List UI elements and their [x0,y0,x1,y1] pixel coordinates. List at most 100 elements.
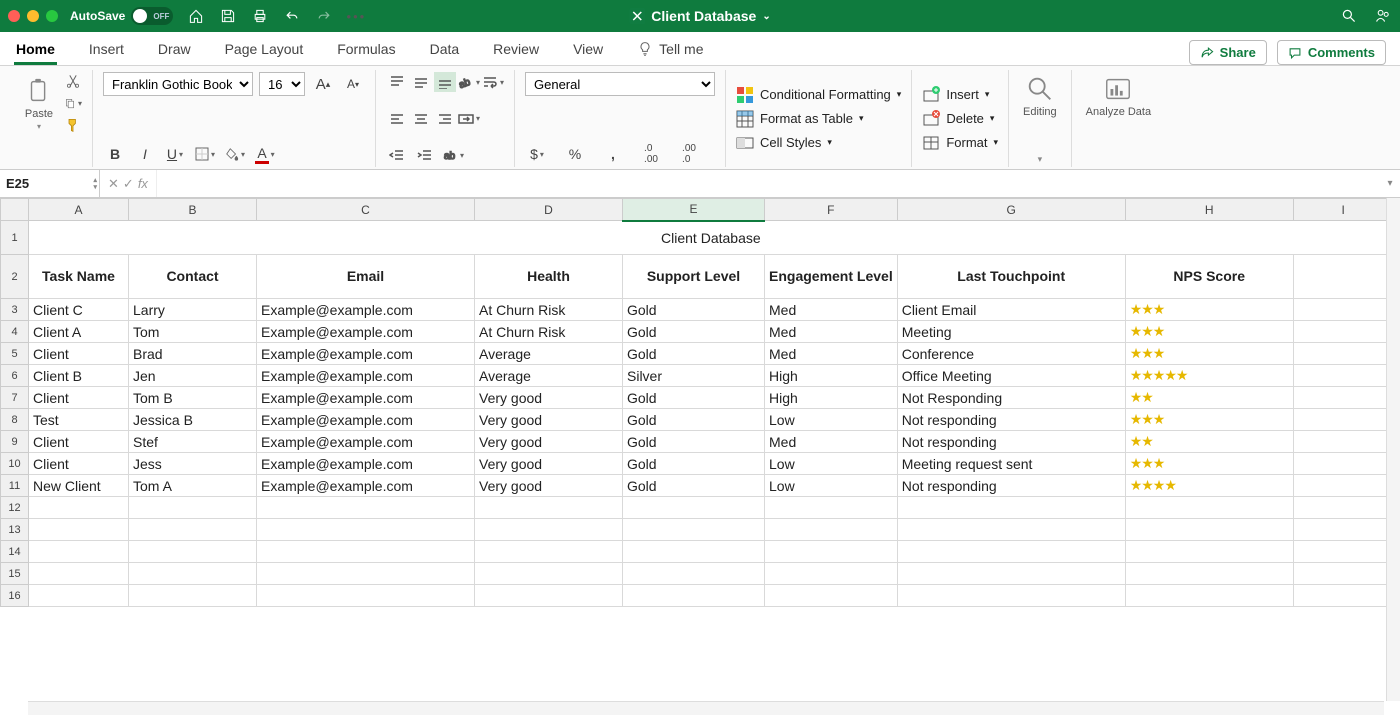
cell[interactable]: Tom A [129,475,257,497]
cell[interactable] [897,541,1125,563]
cell[interactable] [257,497,475,519]
cell[interactable]: Med [765,431,898,453]
cell[interactable]: Example@example.com [257,321,475,343]
table-header-cell[interactable]: Last Touchpoint [897,255,1125,299]
cell[interactable] [897,497,1125,519]
cell[interactable]: High [765,365,898,387]
cell[interactable]: Tom [129,321,257,343]
cell[interactable]: Brad [129,343,257,365]
align-middle-icon[interactable] [410,72,432,92]
cell[interactable] [129,585,257,607]
cell[interactable] [257,585,475,607]
editing-button[interactable]: Editing [1019,72,1061,120]
align-bottom-icon[interactable] [434,72,456,92]
cell[interactable]: Client [29,387,129,409]
cell[interactable]: Average [475,365,623,387]
comments-button[interactable]: Comments [1277,40,1386,65]
cell[interactable] [475,497,623,519]
cell[interactable] [129,563,257,585]
cell[interactable] [475,585,623,607]
font-color-button[interactable]: A [253,143,277,165]
cell[interactable]: Example@example.com [257,475,475,497]
close-window-icon[interactable] [8,10,20,22]
cell[interactable]: Office Meeting [897,365,1125,387]
save-icon[interactable] [219,7,237,25]
cell[interactable] [1293,497,1393,519]
cell[interactable]: Very good [475,387,623,409]
column-header-G[interactable]: G [897,199,1125,221]
cell[interactable]: Average [475,343,623,365]
cell[interactable] [129,497,257,519]
table-header-cell[interactable]: NPS Score [1125,255,1293,299]
cell[interactable]: Med [765,343,898,365]
increase-indent-icon[interactable] [414,145,436,165]
row-header-12[interactable]: 12 [1,497,29,519]
cell[interactable]: Conference [897,343,1125,365]
font-name-select[interactable]: Franklin Gothic Book [103,72,253,96]
cell[interactable]: Med [765,321,898,343]
column-header-B[interactable]: B [129,199,257,221]
insert-cells-button[interactable]: Insert ▾ [922,86,998,104]
column-header-F[interactable]: F [765,199,898,221]
print-icon[interactable] [251,7,269,25]
cell[interactable] [623,519,765,541]
cell[interactable]: Example@example.com [257,409,475,431]
more-icon[interactable]: ••• [347,7,365,25]
cell[interactable] [257,541,475,563]
cell[interactable]: Very good [475,431,623,453]
row-header-9[interactable]: 9 [1,431,29,453]
sheet-title-cell[interactable]: Client Database [29,221,1394,255]
search-icon[interactable] [1340,7,1358,25]
tell-me[interactable]: Tell me [635,35,705,65]
cell[interactable]: Gold [623,431,765,453]
cell[interactable]: Very good [475,475,623,497]
cell[interactable]: Client [29,453,129,475]
table-header-cell[interactable]: Task Name [29,255,129,299]
horizontal-scrollbar[interactable] [28,701,1384,715]
cell[interactable] [765,497,898,519]
cell[interactable]: Example@example.com [257,387,475,409]
column-header-D[interactable]: D [475,199,623,221]
cell[interactable]: At Churn Risk [475,321,623,343]
cell[interactable] [29,585,129,607]
home-icon[interactable] [187,7,205,25]
paste-button[interactable]: Paste ▾ [20,74,58,133]
cell[interactable] [765,563,898,585]
merge-cells-icon[interactable] [458,109,480,129]
nps-cell[interactable]: ★★ [1125,387,1293,409]
cell[interactable]: Jess [129,453,257,475]
cancel-formula-icon[interactable]: ✕ [108,176,119,192]
cell[interactable]: Gold [623,475,765,497]
cell[interactable]: Silver [623,365,765,387]
share-button[interactable]: Share [1189,40,1267,65]
cell[interactable] [765,541,898,563]
maximize-window-icon[interactable] [46,10,58,22]
cell-styles-button[interactable]: Cell Styles ▾ [736,134,901,152]
row-header-5[interactable]: 5 [1,343,29,365]
cell[interactable]: Gold [623,409,765,431]
column-header-E[interactable]: E [623,199,765,221]
minimize-window-icon[interactable] [27,10,39,22]
cell[interactable]: Larry [129,299,257,321]
cell[interactable]: Meeting request sent [897,453,1125,475]
tab-formulas[interactable]: Formulas [335,35,397,65]
column-header-H[interactable]: H [1125,199,1293,221]
cell[interactable] [129,541,257,563]
align-center-icon[interactable] [410,109,432,129]
cell[interactable]: New Client [29,475,129,497]
cell[interactable]: At Churn Risk [475,299,623,321]
cell[interactable]: Med [765,299,898,321]
row-header-15[interactable]: 15 [1,563,29,585]
cell[interactable]: Jessica B [129,409,257,431]
comma-icon[interactable]: , [601,143,625,165]
row-header-1[interactable]: 1 [1,221,29,255]
column-header-A[interactable]: A [29,199,129,221]
cell[interactable] [29,497,129,519]
currency-icon[interactable]: $ [525,143,549,165]
cell[interactable]: Gold [623,387,765,409]
cell[interactable] [257,519,475,541]
wrap-text-icon[interactable] [482,72,504,92]
nps-cell[interactable]: ★★★★★ [1125,365,1293,387]
cell[interactable] [1125,497,1293,519]
autosave-toggle[interactable]: AutoSave OFF [70,7,173,25]
